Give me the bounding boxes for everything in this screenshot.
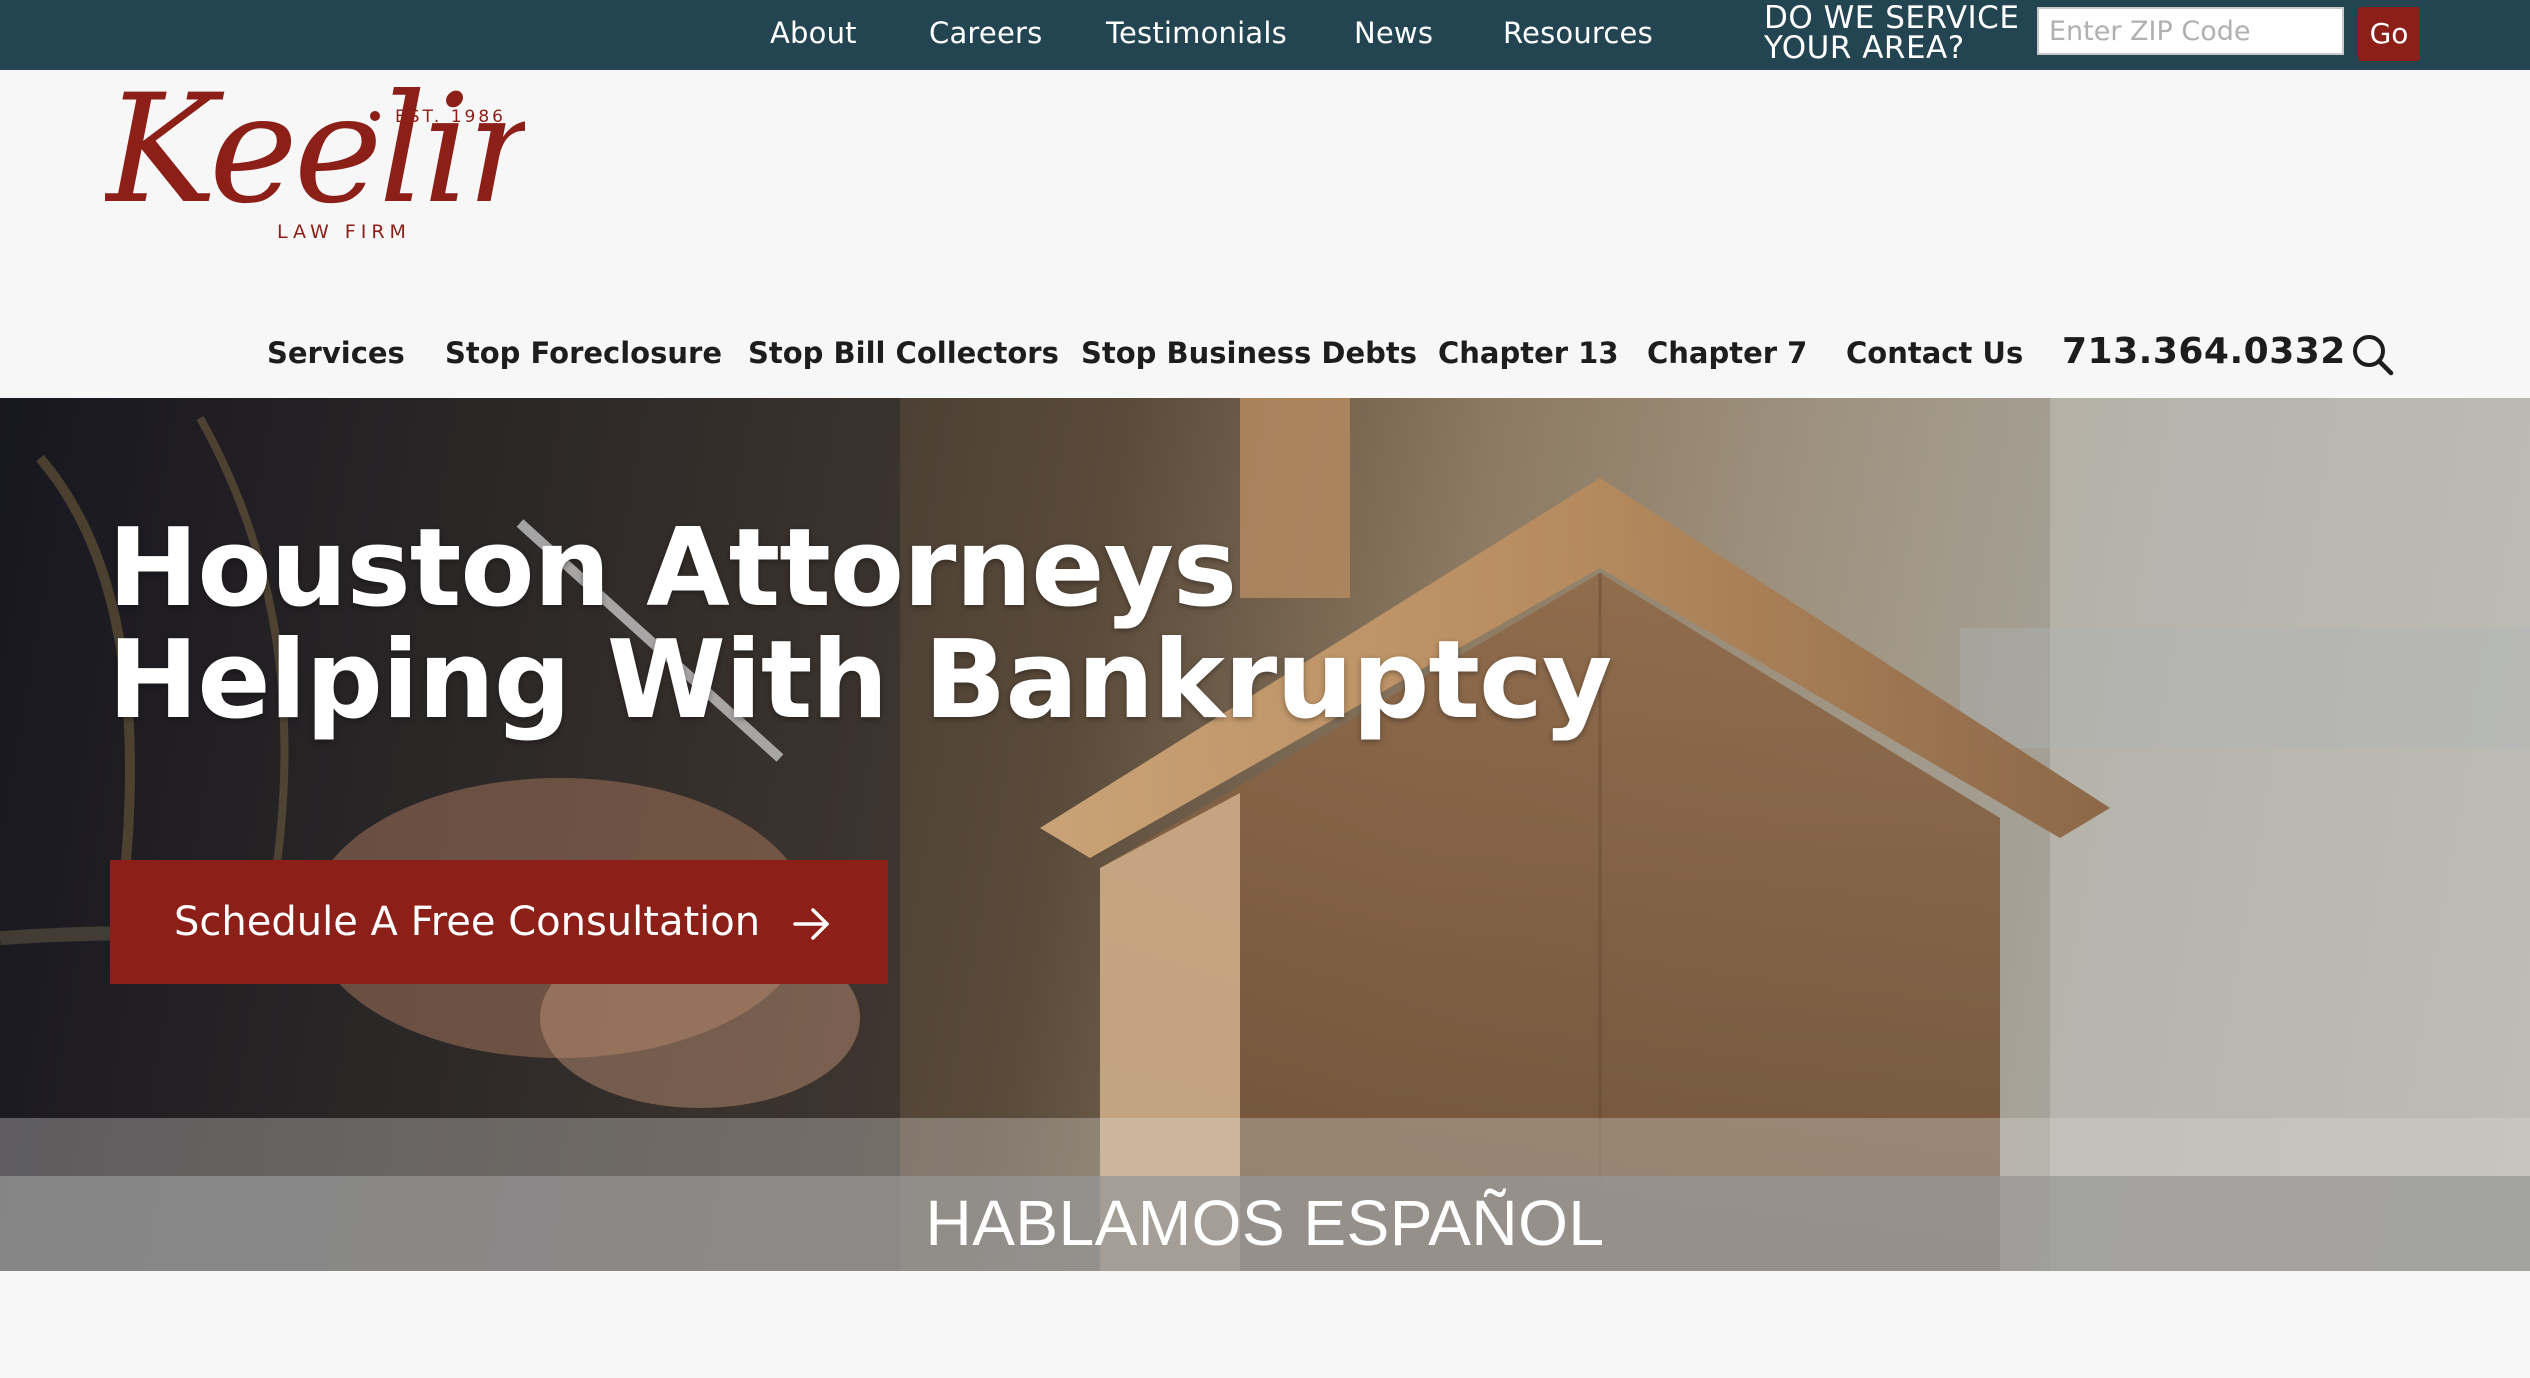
topbar-link-testimonials[interactable]: Testimonials — [1106, 0, 1287, 70]
zip-go-button[interactable]: Go — [2358, 7, 2420, 61]
nav-contact-us[interactable]: Contact Us — [1846, 328, 2023, 378]
schedule-consultation-button[interactable]: Schedule A Free Consultation — [110, 860, 888, 984]
hablamos-espanol-banner: HABLAMOS ESPAÑOL — [0, 1176, 2530, 1271]
hero-headline-line1: Houston Attorneys — [108, 506, 1237, 631]
hero-headline: Houston Attorneys Helping With Bankruptc… — [108, 506, 1612, 743]
nav-services[interactable]: Services — [267, 328, 405, 378]
hero-section: Houston Attorneys Helping With Bankruptc… — [0, 398, 2530, 1271]
nav-chapter-13[interactable]: Chapter 13 — [1438, 328, 1619, 378]
nav-chapter-7[interactable]: Chapter 7 — [1647, 328, 1807, 378]
top-utility-bar: About Careers Testimonials News Resource… — [0, 0, 2530, 70]
cta-label: Schedule A Free Consultation — [174, 899, 761, 945]
arrow-right-icon — [793, 908, 829, 940]
nav-stop-foreclosure[interactable]: Stop Foreclosure — [445, 328, 722, 378]
logo-wordmark: Keeling — [105, 78, 525, 237]
search-icon — [2353, 335, 2394, 376]
topbar-link-resources[interactable]: Resources — [1503, 0, 1653, 70]
topbar-link-news[interactable]: News — [1354, 0, 1433, 70]
nav-stop-business-debts[interactable]: Stop Business Debts — [1081, 328, 1417, 378]
hero-headline-line2: Helping With Bankruptcy — [108, 618, 1612, 743]
nav-stop-bill-collectors[interactable]: Stop Bill Collectors — [748, 328, 1059, 378]
service-area-question: DO WE SERVICE YOUR AREA? — [1764, 0, 2020, 66]
topbar-link-careers[interactable]: Careers — [929, 0, 1042, 70]
service-area-line2: YOUR AREA? — [1764, 30, 1965, 66]
logo-graphic: Keeling EST. 1986 LAW FIRM — [102, 63, 655, 243]
phone-number-link[interactable]: 713.364.0332 — [2062, 326, 2346, 378]
search-button[interactable] — [2350, 332, 2396, 378]
logo-est: EST. 1986 — [395, 107, 506, 127]
topbar-link-about[interactable]: About — [770, 0, 857, 70]
service-area-line1: DO WE SERVICE — [1764, 0, 2020, 36]
zip-code-input[interactable] — [2037, 7, 2344, 55]
keeling-law-firm-logo[interactable]: Keeling EST. 1986 LAW FIRM — [102, 63, 655, 268]
logo-tagline: LAW FIRM — [277, 221, 411, 243]
